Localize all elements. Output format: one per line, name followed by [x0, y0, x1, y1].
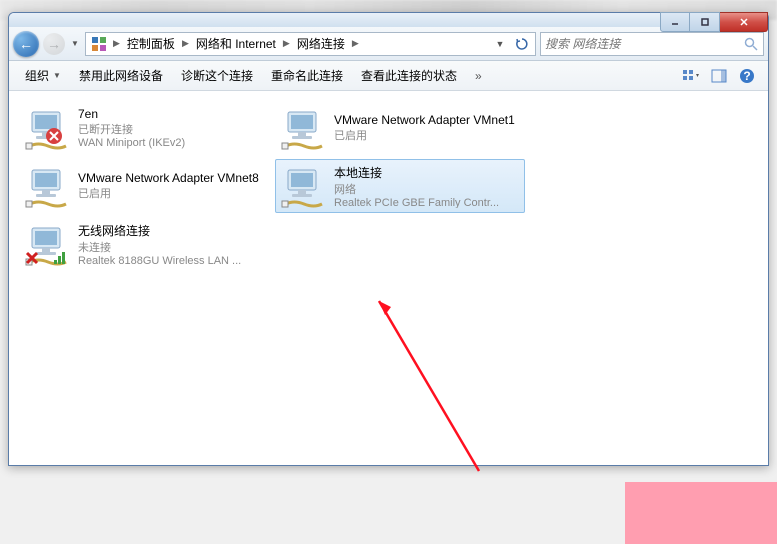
connection-status: 未连接	[78, 239, 241, 255]
connection-item[interactable]: VMware Network Adapter VMnet8 已启用	[19, 159, 269, 213]
connection-name: VMware Network Adapter VMnet8	[78, 171, 259, 185]
network-adapter-icon	[280, 164, 328, 212]
search-input[interactable]	[545, 37, 743, 51]
view-options-button[interactable]	[678, 64, 704, 88]
more-button[interactable]: »	[467, 65, 490, 87]
back-button[interactable]: ←	[13, 31, 39, 57]
connection-name: 无线网络连接	[78, 222, 241, 239]
disable-device-button[interactable]: 禁用此网络设备	[71, 63, 171, 88]
network-adapter-icon	[24, 222, 72, 270]
maximize-button[interactable]	[690, 12, 720, 32]
connection-device: Realtek PCIe GBE Family Contr...	[334, 197, 499, 208]
crumb-separator[interactable]: ▶	[179, 38, 192, 49]
crumb-separator[interactable]: ▶	[349, 38, 362, 49]
refresh-button[interactable]	[511, 33, 533, 55]
network-adapter-icon	[24, 164, 72, 212]
connection-device: Realtek 8188GU Wireless LAN ...	[78, 255, 241, 266]
control-panel-icon	[90, 35, 108, 53]
toolbar: 组织 ▼ 禁用此网络设备 诊断这个连接 重命名此连接 查看此连接的状态 » ?	[9, 61, 768, 91]
view-status-button[interactable]: 查看此连接的状态	[353, 63, 465, 88]
diagnose-button[interactable]: 诊断这个连接	[173, 63, 261, 88]
connection-name: 本地连接	[334, 164, 499, 181]
search-box[interactable]	[540, 32, 764, 56]
preview-pane-button[interactable]	[706, 64, 732, 88]
connection-status: 已断开连接	[78, 121, 185, 137]
connection-device: WAN Miniport (IKEv2)	[78, 137, 185, 149]
search-icon[interactable]	[743, 36, 759, 52]
breadcrumb-control-panel[interactable]: 控制面板	[123, 33, 179, 55]
connection-item[interactable]: 本地连接 网络 Realtek PCIe GBE Family Contr...	[275, 159, 525, 213]
breadcrumb-network-internet[interactable]: 网络和 Internet	[192, 33, 280, 55]
crumb-separator[interactable]: ▶	[280, 38, 293, 49]
address-bar[interactable]: ▶ 控制面板 ▶ 网络和 Internet ▶ 网络连接 ▶ ▼	[85, 32, 536, 56]
connection-item[interactable]: 7en 已断开连接 WAN Miniport (IKEv2)	[19, 101, 269, 155]
connection-item[interactable]: 无线网络连接 未连接 Realtek 8188GU Wireless LAN .…	[19, 217, 269, 271]
annotation-arrow	[369, 291, 489, 481]
connections-list: 7en 已断开连接 WAN Miniport (IKEv2) VMware Ne…	[9, 91, 768, 465]
navbar: ← → ▼ ▶ 控制面板 ▶ 网络和 Internet ▶ 网络连接 ▶ ▼	[9, 27, 768, 61]
history-dropdown[interactable]: ▼	[69, 33, 81, 55]
explorer-window: ← → ▼ ▶ 控制面板 ▶ 网络和 Internet ▶ 网络连接 ▶ ▼	[8, 12, 769, 466]
connection-name: VMware Network Adapter VMnet1	[334, 113, 515, 127]
connection-status: 已启用	[78, 185, 259, 201]
connection-status: 网络	[334, 181, 499, 197]
breadcrumb-network-connections[interactable]: 网络连接	[293, 33, 349, 55]
titlebar[interactable]	[9, 13, 768, 27]
connection-item[interactable]: VMware Network Adapter VMnet1 已启用	[275, 101, 525, 155]
forward-button: →	[43, 33, 65, 55]
network-adapter-icon	[24, 106, 72, 154]
network-adapter-icon	[280, 106, 328, 154]
pink-overlay	[625, 482, 777, 544]
help-button[interactable]: ?	[734, 64, 760, 88]
crumb-separator[interactable]: ▶	[110, 38, 123, 49]
organize-button[interactable]: 组织 ▼	[17, 63, 69, 88]
connection-status: 已启用	[334, 127, 515, 143]
address-dropdown[interactable]: ▼	[489, 33, 511, 55]
rename-button[interactable]: 重命名此连接	[263, 63, 351, 88]
connection-name: 7en	[78, 107, 185, 121]
minimize-button[interactable]	[660, 12, 690, 32]
close-button[interactable]	[720, 12, 768, 32]
svg-text:?: ?	[743, 69, 750, 83]
